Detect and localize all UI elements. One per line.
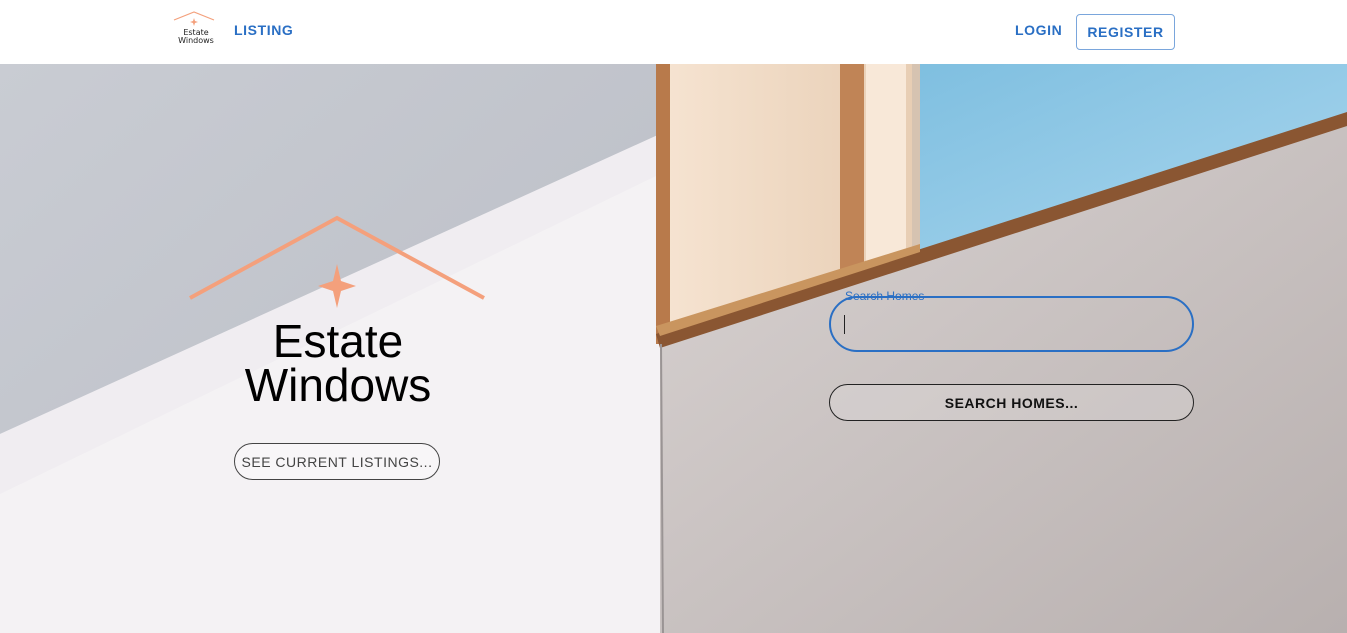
- register-button[interactable]: REGISTER: [1076, 14, 1175, 50]
- nav-listing-link[interactable]: LISTING: [234, 22, 293, 38]
- top-app-bar: Estate Windows LISTING LOGIN REGISTER: [0, 0, 1347, 64]
- hero-section: Estate Windows SEE CURRENT LISTINGS... S…: [0, 64, 1347, 633]
- brand-title: Estate Windows: [244, 315, 432, 411]
- nav-login-link[interactable]: LOGIN: [1015, 22, 1062, 38]
- see-current-listings-button[interactable]: SEE CURRENT LISTINGS...: [234, 443, 440, 480]
- site-logo[interactable]: Estate Windows: [170, 10, 218, 50]
- sparkle-icon: [190, 18, 198, 26]
- roof-icon: [189, 215, 485, 308]
- sparkle-icon: [318, 264, 356, 308]
- search-homes-field[interactable]: Search Homes: [829, 289, 1194, 352]
- search-homes-button[interactable]: SEARCH HOMES...: [829, 384, 1194, 421]
- search-homes-input[interactable]: [843, 310, 1173, 338]
- text-caret: [844, 315, 845, 334]
- search-homes-label: Search Homes: [845, 289, 925, 303]
- logo-wordmark: Estate Windows: [178, 28, 214, 45]
